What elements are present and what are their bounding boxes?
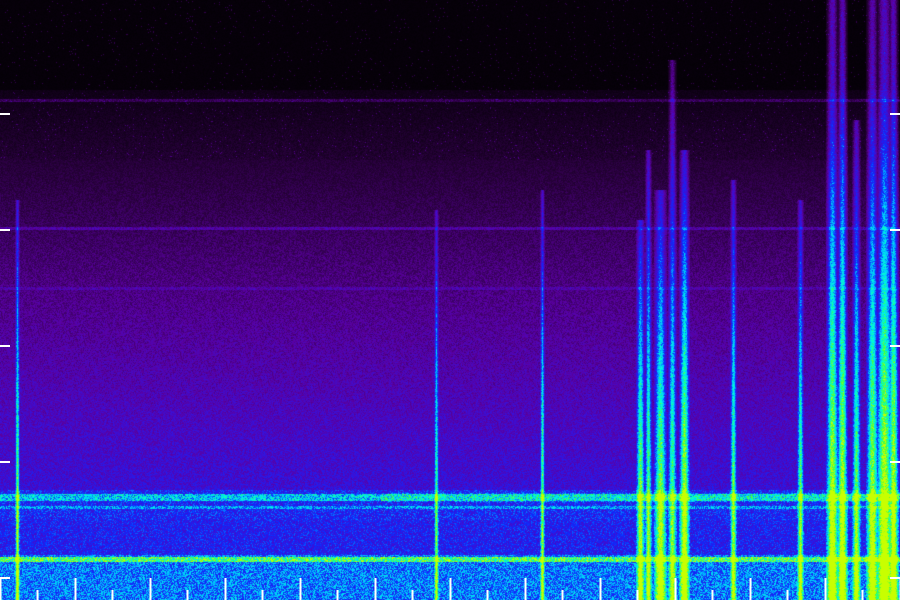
spectrogram-canvas[interactable] [0,0,900,600]
